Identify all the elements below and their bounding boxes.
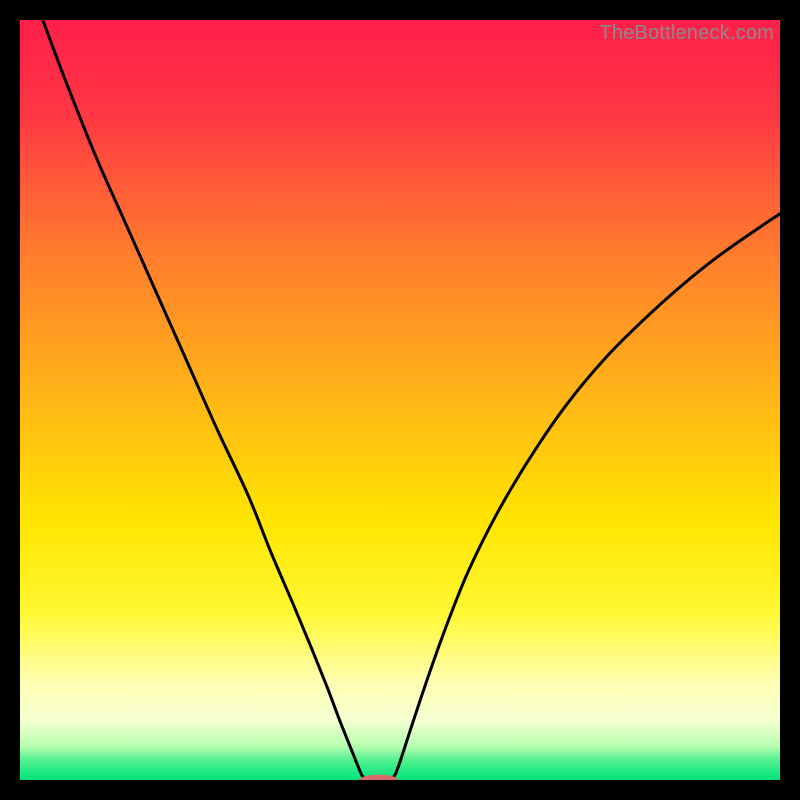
gradient-background: [20, 20, 780, 780]
watermark-text: TheBottleneck.com: [599, 22, 774, 45]
chart-frame: TheBottleneck.com: [20, 20, 780, 780]
chart-svg: [20, 20, 780, 780]
